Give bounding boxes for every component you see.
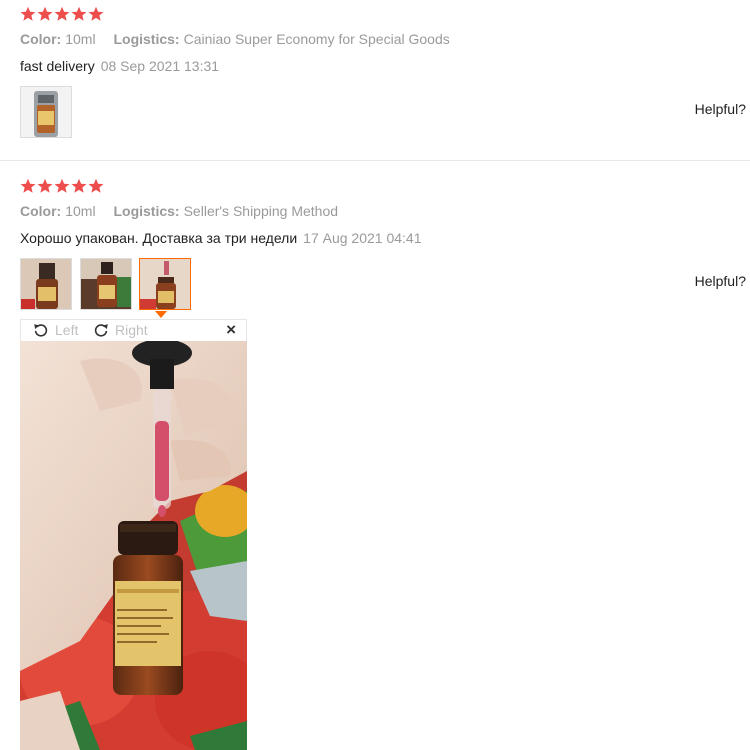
color-value: 10ml <box>65 203 96 219</box>
star-icon <box>88 178 104 193</box>
star-icon <box>20 178 36 193</box>
rotate-right-icon <box>94 324 108 337</box>
review-body: Хорошо упакован. Доставка за три недели 1… <box>20 230 422 246</box>
review-body: fast delivery 08 Sep 2021 13:31 <box>20 58 219 74</box>
photo-thumbnail-image <box>21 259 71 309</box>
photo-thumbnail-image <box>21 87 71 137</box>
star-rating <box>20 178 104 194</box>
review-photo-thumbnail[interactable] <box>20 258 72 310</box>
star-icon <box>20 6 36 21</box>
helpful-link[interactable]: Helpful? <box>695 273 746 289</box>
color-label: Color: <box>20 203 62 219</box>
rotate-left-button[interactable]: Left <box>32 321 78 339</box>
review-date: 17 Aug 2021 04:41 <box>303 230 422 246</box>
image-viewer-toolbar: Left Right × <box>20 319 247 341</box>
star-icon <box>71 6 87 21</box>
review-text: fast delivery <box>20 58 95 74</box>
review-date: 08 Sep 2021 13:31 <box>100 58 220 74</box>
review-photo-thumbnail-selected[interactable] <box>139 258 191 310</box>
rotate-right-label: Right <box>115 322 148 338</box>
star-icon <box>88 6 104 21</box>
review-photo-thumbnail[interactable] <box>80 258 132 310</box>
review-meta: Color: 10ml Logistics: Seller's Shipping M… <box>20 203 352 219</box>
photo-thumbnail-image <box>140 259 190 309</box>
star-icon <box>71 178 87 193</box>
review-text: Хорошо упакован. Доставка за три недели <box>20 230 298 246</box>
logistics-value: Seller's Shipping Method <box>183 203 339 219</box>
color-label: Color: <box>20 31 62 47</box>
review-photo-image <box>20 341 247 750</box>
helpful-link[interactable]: Helpful? <box>695 101 746 117</box>
rotate-left-icon <box>34 324 48 337</box>
star-icon <box>37 6 53 21</box>
review-photo-thumbnail[interactable] <box>20 86 72 138</box>
star-rating <box>20 6 104 22</box>
star-icon <box>54 6 70 21</box>
review-item: Color: 10ml Logistics: Cainiao Super Econo… <box>0 0 750 161</box>
thumbnail-pointer <box>155 311 167 318</box>
star-icon <box>37 178 53 193</box>
logistics-label: Logistics: <box>113 31 180 47</box>
star-icon <box>54 178 70 193</box>
review-photo-large <box>20 341 247 750</box>
logistics-label: Logistics: <box>113 203 180 219</box>
rotate-left-label: Left <box>55 322 79 338</box>
review-meta: Color: 10ml Logistics: Cainiao Super Econo… <box>20 31 464 47</box>
close-viewer-button[interactable]: × <box>226 320 236 340</box>
review-list: Color: 10ml Logistics: Cainiao Super Econo… <box>0 0 750 750</box>
photo-thumbnail-image <box>81 259 131 309</box>
color-value: 10ml <box>65 31 96 47</box>
rotate-right-button[interactable]: Right <box>92 321 148 339</box>
logistics-value: Cainiao Super Economy for Special Goods <box>183 31 450 47</box>
